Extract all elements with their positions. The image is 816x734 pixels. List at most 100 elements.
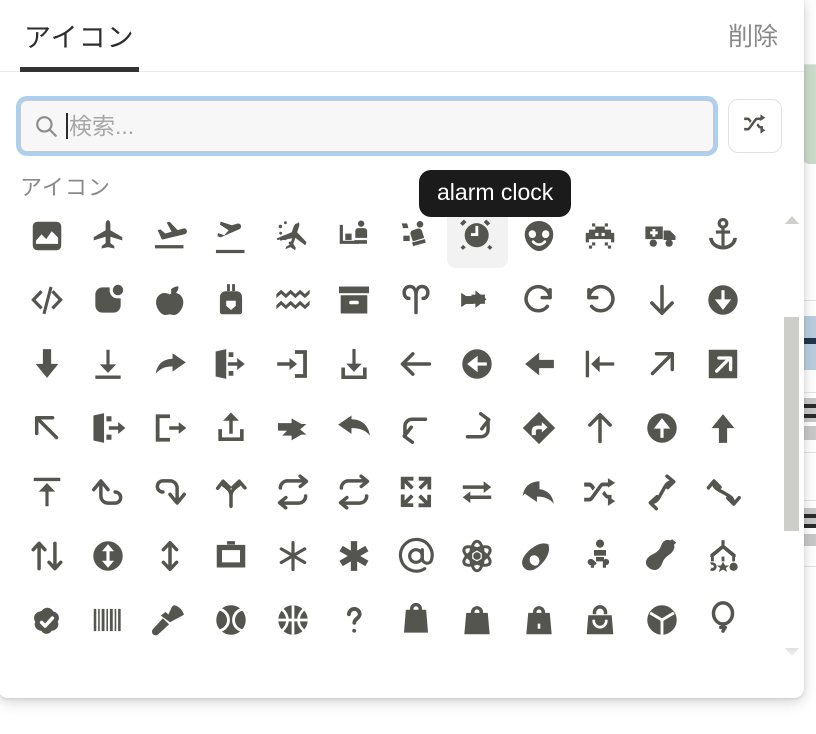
scrollbar-thumb[interactable]	[784, 316, 799, 532]
scrollbar-down-arrow[interactable]	[783, 642, 800, 661]
icon-cell-bag-handle-icon[interactable]	[570, 588, 632, 652]
icon-cell-asterisk-light-icon[interactable]	[262, 524, 324, 588]
icon-cell-arrow-right-to-bracket-icon[interactable]	[262, 332, 324, 396]
icon-cell-apron-icon[interactable]	[201, 268, 263, 332]
icon-cell-diamond-turn-right-icon[interactable]	[508, 396, 570, 460]
alarm-clock-icon	[458, 217, 496, 255]
icon-cell-baby-mobile-icon[interactable]	[693, 524, 755, 588]
icon-cell-alarm-clock-icon[interactable]	[446, 204, 508, 268]
icon-cell-anchor-icon[interactable]	[693, 204, 755, 268]
icon-cell-asterisk-icon[interactable]	[324, 524, 386, 588]
icon-cell-arrow-down-icon[interactable]	[631, 268, 693, 332]
icon-cell-app-icon[interactable]	[78, 268, 140, 332]
search-field-wrapper[interactable]	[20, 100, 714, 152]
icon-cell-plane-slash-icon[interactable]	[262, 204, 324, 268]
icon-cell-arrows-maximize-icon[interactable]	[385, 460, 447, 524]
icon-cell-badge-check-icon[interactable]	[16, 588, 78, 652]
icon-cell-arrow-up-solid-icon[interactable]	[693, 396, 755, 460]
icon-cell-arrows-repeat-icon[interactable]	[262, 460, 324, 524]
icon-cell-ambulance-icon[interactable]	[631, 204, 693, 268]
icon-cell-archive-box-icon[interactable]	[324, 268, 386, 332]
icon-cell-bag-shopping-icon[interactable]	[447, 588, 509, 652]
icon-cell-bag-seedling-icon[interactable]	[508, 588, 570, 652]
icon-cell-bag-icon[interactable]	[385, 588, 447, 652]
apron-icon	[212, 281, 250, 319]
icon-cell-arrow-turn-up-right-icon[interactable]	[447, 396, 509, 460]
icon-cell-circle-arrow-left-icon[interactable]	[447, 332, 509, 396]
icon-cell-atom-icon[interactable]	[447, 524, 509, 588]
icon-cell-circle-arrows-up-down-icon[interactable]	[78, 524, 140, 588]
icon-cell-plane-icon[interactable]	[78, 204, 140, 268]
icon-cell-arrow-right-from-bracket-icon[interactable]	[139, 396, 201, 460]
icon-cell-arrow-up-from-bracket-icon[interactable]	[201, 396, 263, 460]
badminton-icon	[151, 601, 189, 639]
icon-cell-arrow-down-to-line-icon[interactable]	[78, 332, 140, 396]
icon-cell-arrow-right-from-door-icon[interactable]	[78, 396, 140, 460]
icon-cell-arrow-up-icon[interactable]	[570, 396, 632, 460]
icon-cell-question-icon[interactable]	[324, 588, 386, 652]
icon-cell-arrow-turn-down-left-icon[interactable]	[385, 396, 447, 460]
icon-cell-ball-icon[interactable]	[631, 588, 693, 652]
icon-cell-aries-icon[interactable]	[385, 268, 447, 332]
icon-cell-arrow-progress-icon[interactable]	[447, 268, 509, 332]
icon-cell-arrow-left-solid-icon[interactable]	[508, 332, 570, 396]
icon-cell-arrow-turn-curve-up-icon[interactable]	[693, 460, 755, 524]
search-input[interactable]	[69, 101, 701, 151]
shuffle-random-button[interactable]	[728, 99, 782, 153]
icon-cell-arrow-up-to-line-icon[interactable]	[16, 460, 78, 524]
icon-cell-waves-icon[interactable]	[262, 268, 324, 332]
icon-cell-code-icon[interactable]	[16, 268, 78, 332]
icon-cell-arrow-turn-up-left-icon[interactable]	[324, 396, 386, 460]
icon-cell-arrow-down-to-bracket-icon[interactable]	[324, 332, 386, 396]
delete-button[interactable]: 削除	[728, 0, 782, 72]
atom-icon	[458, 537, 496, 575]
icon-cell-plane-arrival-icon[interactable]	[139, 204, 201, 268]
icon-cell-circle-arrow-down-icon[interactable]	[693, 268, 755, 332]
icon-cell-arrows-repeat-1-icon[interactable]	[324, 460, 386, 524]
scrollbar-up-arrow[interactable]	[783, 210, 800, 229]
icon-cell-arrow-up-right-icon[interactable]	[631, 332, 693, 396]
icon-cell-artboard-icon[interactable]	[201, 524, 263, 588]
icon-cell-barcode-icon[interactable]	[78, 588, 140, 652]
icon-cell-arrow-turn-right-icon[interactable]	[139, 332, 201, 396]
icon-cell-arrow-right-to-door-icon[interactable]	[201, 332, 263, 396]
icon-cell-baseball-icon[interactable]	[201, 588, 263, 652]
icon-cell-at-icon[interactable]	[385, 524, 447, 588]
icon-cell-chart-area-icon[interactable]	[16, 204, 78, 268]
icon-cell-arrow-turn-down-icon[interactable]	[78, 460, 140, 524]
icon-cell-basketball-icon[interactable]	[262, 588, 324, 652]
icon-cell-arrow-up-arrow-down-icon[interactable]	[16, 524, 78, 588]
icon-cell-reply-all-icon[interactable]	[508, 460, 570, 524]
arrow-up-right-icon	[643, 345, 681, 383]
arrow-down-to-bracket-icon	[335, 345, 373, 383]
icon-cell-apple-whole-icon[interactable]	[139, 268, 201, 332]
icon-cell-bacon-icon[interactable]	[631, 524, 693, 588]
icon-cell-person-seat-icon[interactable]	[324, 204, 386, 268]
icon-cell-arrow-down-solid-icon[interactable]	[16, 332, 78, 396]
icon-cell-arrow-rotate-left-icon[interactable]	[570, 268, 632, 332]
icon-cell-balloon-icon[interactable]	[693, 588, 755, 652]
icon-cell-plane-departure-icon[interactable]	[201, 204, 263, 268]
icon-cell-arrows-up-down-icon[interactable]	[139, 524, 201, 588]
icon-cell-arrows-split-up-and-left-icon[interactable]	[201, 460, 263, 524]
icon-cell-space-invader-icon[interactable]	[570, 204, 632, 268]
icon-cell-arrow-rotate-right-icon[interactable]	[508, 268, 570, 332]
icon-cell-shuffle-icon[interactable]	[570, 460, 632, 524]
icon-cell-square-arrow-up-right-icon[interactable]	[693, 332, 755, 396]
icon-cell-avocado-icon[interactable]	[508, 524, 570, 588]
arrow-right-from-bracket-icon	[151, 409, 189, 447]
icon-cell-arrow-turn-right-solid-icon[interactable]	[262, 396, 324, 460]
icon-cell-baby-icon[interactable]	[570, 524, 632, 588]
icon-cell-arrow-turn-curve-right-icon[interactable]	[631, 460, 693, 524]
icon-cell-circle-arrow-up-icon[interactable]	[631, 396, 693, 460]
icon-cell-arrow-turn-up-icon[interactable]	[139, 460, 201, 524]
icon-cell-badminton-icon[interactable]	[139, 588, 201, 652]
icon-cell-arrow-up-left-icon[interactable]	[16, 396, 78, 460]
icon-cell-arrows-repeat-alt-icon[interactable]	[447, 460, 509, 524]
icon-cell-person-seat-reclined-icon[interactable]	[385, 204, 447, 268]
tab-icons[interactable]: アイコン	[20, 0, 139, 72]
scrollbar[interactable]	[783, 204, 800, 673]
icon-cell-alien-icon[interactable]	[508, 204, 570, 268]
icon-cell-arrow-left-to-line-icon[interactable]	[570, 332, 632, 396]
icon-cell-arrow-left-icon[interactable]	[385, 332, 447, 396]
